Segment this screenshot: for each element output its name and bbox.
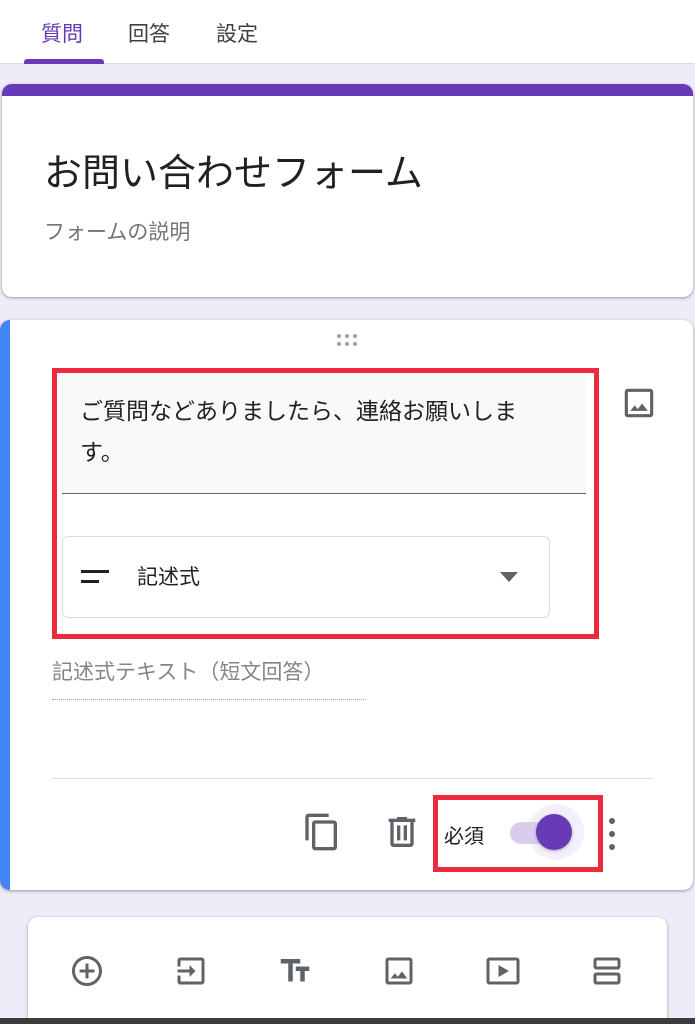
duplicate-icon[interactable] xyxy=(302,812,342,852)
import-questions-icon[interactable] xyxy=(173,953,209,989)
tab-settings[interactable]: 設定 xyxy=(216,18,258,48)
add-title-icon[interactable] xyxy=(277,953,313,989)
question-title-field[interactable]: ご質問などありましたら、連絡お願いします。 xyxy=(62,376,586,494)
form-title[interactable]: お問い合わせフォーム xyxy=(44,142,423,197)
delete-icon[interactable] xyxy=(382,812,422,852)
question-type-label: 記述式 xyxy=(137,565,200,589)
active-question-indicator xyxy=(0,320,10,890)
add-section-icon[interactable] xyxy=(589,953,625,989)
answer-preview-field: 記述式テキスト（短文回答） xyxy=(52,656,366,700)
question-footer-divider xyxy=(52,778,653,779)
active-tab-indicator xyxy=(24,59,104,64)
question-card[interactable]: ご質問などありましたら、連絡お願いします。 記述式 記述式テキスト（短文回答） … xyxy=(0,320,693,890)
more-options-icon[interactable] xyxy=(604,818,620,850)
screen-bottom-edge xyxy=(0,1018,695,1024)
add-question-icon[interactable] xyxy=(69,953,105,989)
add-image-icon[interactable] xyxy=(620,384,658,422)
tab-responses[interactable]: 回答 xyxy=(128,18,170,48)
required-toggle[interactable] xyxy=(510,804,584,860)
short-answer-lines-icon xyxy=(81,570,109,583)
tab-bar: 質問 回答 設定 xyxy=(0,0,695,64)
question-title-text: ご質問などありましたら、連絡お願いします。 xyxy=(80,399,517,466)
drag-handle-icon[interactable] xyxy=(335,332,363,348)
add-image-icon[interactable] xyxy=(381,953,417,989)
form-description-field[interactable]: フォームの説明 xyxy=(44,216,190,246)
toggle-thumb xyxy=(536,814,572,850)
tab-questions[interactable]: 質問 xyxy=(41,18,83,48)
add-video-icon[interactable] xyxy=(485,953,521,989)
question-type-dropdown[interactable]: 記述式 xyxy=(62,536,550,618)
bottom-toolbar xyxy=(28,917,667,1024)
form-title-card: お問い合わせフォーム フォームの説明 xyxy=(2,84,693,297)
dropdown-arrow-icon xyxy=(500,572,518,582)
required-label: 必須 xyxy=(444,824,484,848)
